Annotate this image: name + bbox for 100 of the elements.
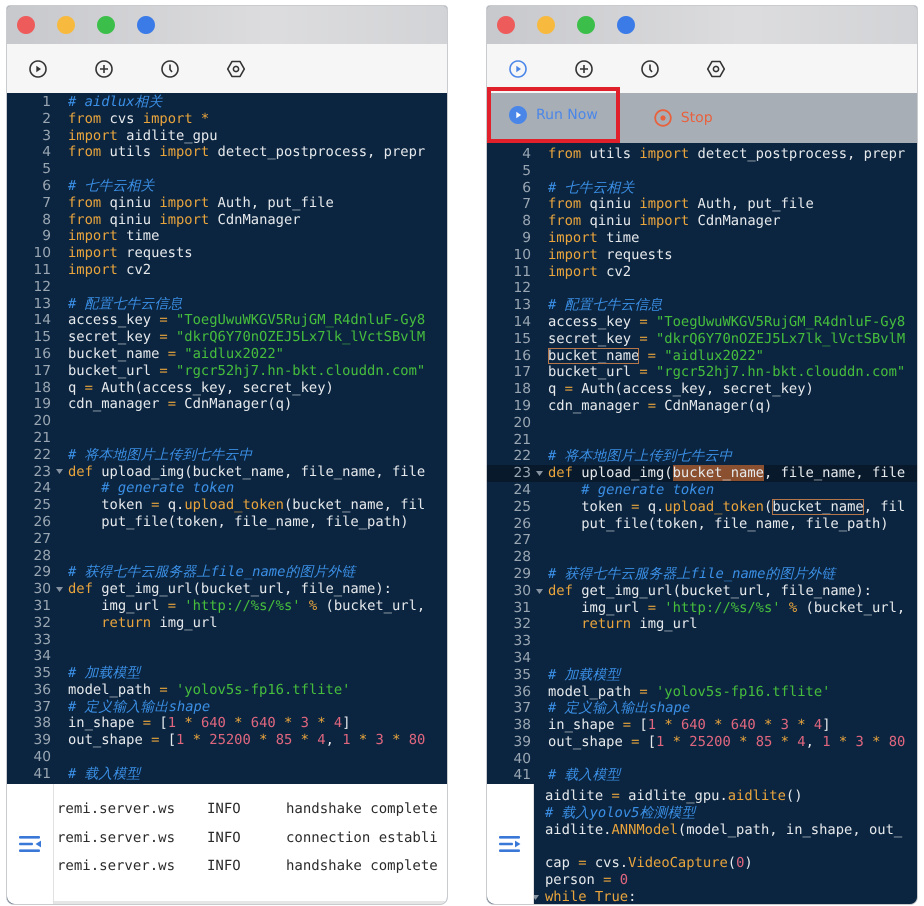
code-line: q = Auth(access_key, secret_key) <box>548 381 814 398</box>
toolbar-button[interactable] <box>226 58 246 78</box>
window-control-dot[interactable] <box>137 16 155 34</box>
code-line: # 七牛云相关 <box>548 180 635 196</box>
code-line: from qiniu import Auth, put_file <box>548 196 814 214</box>
line-number: 12 <box>512 280 531 298</box>
collapse-menu-icon[interactable] <box>18 835 42 853</box>
toolbar-button[interactable] <box>706 58 726 78</box>
code-line: cap = cvs.VideoCapture(0) <box>545 855 753 872</box>
code-line: def get_img_url(bucket_url, file_name): <box>548 582 872 600</box>
stop-icon <box>654 109 672 127</box>
line-number: 21 <box>32 430 51 447</box>
toolbar-button[interactable] <box>574 58 594 78</box>
line-number: 32 <box>32 614 51 632</box>
line-number: 26 <box>512 516 531 532</box>
clock-icon <box>640 58 660 78</box>
code-line: # 载入模型 <box>68 766 141 783</box>
stop-button[interactable]: Stop <box>632 93 735 143</box>
toolbar-button[interactable] <box>28 58 48 78</box>
line-number: 41 <box>512 767 531 784</box>
fold-arrow-icon[interactable] <box>536 471 543 476</box>
window-control-dot[interactable] <box>17 16 35 34</box>
line-number: 24 <box>32 480 51 498</box>
code-line: import time <box>68 228 160 246</box>
line-number: 10 <box>32 245 51 262</box>
toolbar-button[interactable] <box>160 58 180 78</box>
line-number: 9 <box>521 230 531 247</box>
line-number: 21 <box>512 432 531 448</box>
add-icon <box>94 58 114 78</box>
line-number: 19 <box>32 396 51 414</box>
code-line: # 载入模型 <box>548 767 621 784</box>
code-line: # generate token <box>100 480 234 498</box>
fold-arrow-icon[interactable] <box>534 894 539 900</box>
line-number: 10 <box>512 246 531 264</box>
line-number: 24 <box>512 482 531 499</box>
code-line: in_shape = [1 * 640 * 640 * 3 * 4] <box>68 715 351 732</box>
line-number: 7 <box>521 196 531 214</box>
line-number: 14 <box>512 314 531 331</box>
line-number: 6 <box>521 180 531 196</box>
code-line: import requests <box>548 246 673 264</box>
line-number: 16 <box>512 348 531 364</box>
line-number: 20 <box>512 414 531 432</box>
code-line: from utils import detect_postprocess, prepr <box>548 146 906 163</box>
code-line: bucket_url = "rgcr52hj7.hn-bkt.clouddn.com" <box>548 364 906 382</box>
code-line: token = q.upload_token(bucket_name, fil <box>580 498 906 516</box>
code-line: def upload_img(bucket_name, file_name, file <box>68 464 426 480</box>
code-line: model_path = 'yolov5s-fp16.tflite' <box>68 682 350 699</box>
line-number: 32 <box>512 616 531 634</box>
log-severity: INFO <box>207 830 242 846</box>
line-number: 4 <box>41 144 51 162</box>
line-number: 2 <box>41 110 51 128</box>
line-number: 1 <box>41 94 51 111</box>
window-control-dot[interactable] <box>97 16 115 34</box>
window-control-dot[interactable] <box>617 16 635 34</box>
line-number: 40 <box>512 750 531 768</box>
code-line: bucket_name = "aidlux2022" <box>548 348 764 364</box>
code-line: from qiniu import CdnManager <box>68 212 301 228</box>
add-icon <box>574 58 594 78</box>
line-number: 33 <box>32 632 51 648</box>
line-number: 39 <box>512 734 531 751</box>
fold-arrow-icon[interactable] <box>536 588 543 594</box>
code-line: return img_url <box>580 616 698 634</box>
fold-arrow-icon[interactable] <box>56 587 63 592</box>
settings-icon <box>226 58 246 78</box>
code-line: # 载入yolov5检测模型 <box>545 804 696 822</box>
toolbar-button[interactable] <box>94 58 114 78</box>
code-line: def get_img_url(bucket_url, file_name): <box>68 581 392 598</box>
run-now-button[interactable]: Run Now <box>487 87 620 143</box>
code-line: import cv2 <box>548 264 632 280</box>
line-number: 25 <box>512 498 531 516</box>
code-line: access_key = "ToegUwuWKGV5RujGM_R4dnluF-Gy8 <box>548 314 906 331</box>
code-line: # 配置七牛云信息 <box>68 296 183 312</box>
code-line: from utils import detect_postprocess, prepr <box>68 144 426 162</box>
code-line: # aidlux相关 <box>68 94 162 111</box>
window-control-dot[interactable] <box>577 16 595 34</box>
code-line: # 定义输入输出shape <box>548 700 690 718</box>
line-number: 40 <box>32 749 51 766</box>
line-number: 22 <box>32 446 51 464</box>
line-number: 36 <box>32 682 51 699</box>
expand-menu-icon[interactable] <box>498 835 522 853</box>
line-number: 9 <box>41 228 51 246</box>
line-number: 30 <box>512 582 531 600</box>
log-source: remi.server.ws <box>57 830 176 846</box>
line-number: 41 <box>32 766 51 783</box>
code-line: secret_key = "dkrQ6Y70nOZEJ5Lx7lk_lVctSBvlM <box>68 329 426 346</box>
window-control-dot[interactable] <box>537 16 555 34</box>
line-number: 17 <box>512 364 531 382</box>
window-control-dot[interactable] <box>57 16 75 34</box>
fold-arrow-icon[interactable] <box>56 469 63 474</box>
code-line: # 将本地图片上传到七牛云中 <box>548 448 733 466</box>
line-number: 8 <box>41 212 51 228</box>
code-line: return img_url <box>100 614 218 632</box>
line-number: 38 <box>512 717 531 734</box>
window-control-dot[interactable] <box>497 16 515 34</box>
line-number: 23 <box>512 465 531 482</box>
code-line: out_shape = [1 * 25200 * 85 * 4, 1 * 3 * 80 <box>548 734 906 751</box>
line-number: 16 <box>32 346 51 363</box>
line-number: 27 <box>512 532 531 550</box>
toolbar-button[interactable] <box>640 58 660 78</box>
code-line: aidlite.ANNModel(model_path, in_shape, out_ <box>545 822 902 838</box>
